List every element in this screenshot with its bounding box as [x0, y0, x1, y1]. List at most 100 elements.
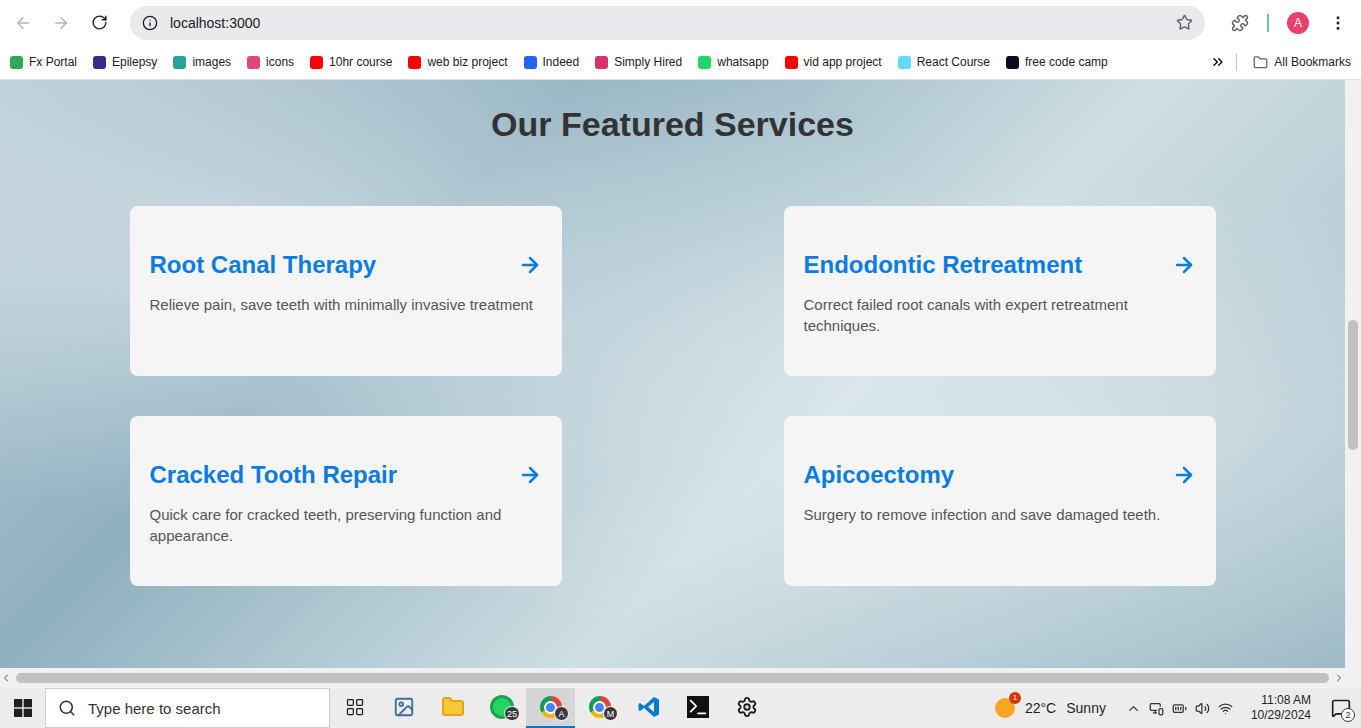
taskbar-app[interactable]: M: [575, 688, 624, 728]
taskbar-app[interactable]: [624, 688, 673, 728]
weather[interactable]: 122°CSunny: [983, 698, 1118, 718]
favicon-icon: [173, 56, 186, 69]
scroll-left-icon[interactable]: [0, 672, 12, 684]
services-section: Our Featured ServicesRoot Canal TherapyR…: [0, 80, 1345, 668]
taskbar-app[interactable]: [428, 688, 477, 728]
info-icon: [142, 15, 158, 31]
bookmark[interactable]: Epilepsy: [87, 51, 163, 73]
favicon-icon: [898, 56, 911, 69]
taskbar-app[interactable]: A: [526, 688, 575, 728]
arrow-right-icon[interactable]: [518, 253, 542, 277]
extensions-button[interactable]: [1223, 6, 1257, 40]
card-title: Apicoectomy: [804, 460, 955, 490]
battery-icon[interactable]: [1172, 701, 1187, 716]
taskbar-app[interactable]: [379, 688, 428, 728]
card-description: Surgery to remove infection and save dam…: [804, 504, 1196, 525]
gear-icon: [736, 696, 758, 718]
clock-time: 11:08 AM: [1261, 693, 1311, 708]
bookmark[interactable]: Fx Portal: [4, 51, 83, 73]
task-view-icon: [345, 697, 365, 717]
bookmark[interactable]: images: [167, 51, 237, 73]
reload-button[interactable]: [82, 6, 116, 40]
terminal-icon: [687, 696, 709, 718]
service-card[interactable]: Root Canal TherapyRelieve pain, save tee…: [130, 206, 562, 376]
bookmark[interactable]: whatsapp: [692, 51, 774, 73]
arrow-right-icon[interactable]: [1172, 253, 1196, 277]
weather-temperature: 22°C: [1025, 700, 1056, 716]
clock-date: 10/29/2024: [1251, 708, 1311, 723]
scroll-right-icon[interactable]: [1333, 672, 1345, 684]
all-bookmarks[interactable]: All Bookmarks: [1247, 51, 1357, 74]
bookmark-list: Fx PortalEpilepsyimagesicons10hr coursew…: [4, 51, 1210, 73]
notification-badge: 2: [1341, 708, 1355, 722]
bookmark[interactable]: vid app project: [779, 51, 888, 73]
favicon-icon: [247, 56, 260, 69]
taskbar-app[interactable]: [330, 688, 379, 728]
arrow-right-icon[interactable]: [1172, 463, 1196, 487]
address-row: localhost:3000 A: [0, 0, 1361, 45]
bookmark[interactable]: Indeed: [518, 51, 586, 73]
bookmarks-divider: [1236, 53, 1237, 71]
scroll-thumb[interactable]: [1348, 320, 1358, 450]
card-description: Quick care for cracked teeth, preserving…: [150, 504, 542, 546]
arrow-right-icon[interactable]: [518, 463, 542, 487]
forward-button[interactable]: [44, 6, 78, 40]
bookmark[interactable]: Simply Hired: [589, 51, 688, 73]
card-header: Endodontic Retreatment: [804, 250, 1196, 280]
url-text: localhost:3000: [170, 15, 1164, 31]
service-card[interactable]: Apicoectomy Surgery to remove infection a…: [784, 416, 1216, 586]
taskbar-app[interactable]: [722, 688, 771, 728]
vertical-scrollbar[interactable]: [1345, 80, 1361, 668]
folder-icon: [1253, 55, 1268, 70]
favicon-icon: [1006, 56, 1019, 69]
taskbar-search[interactable]: Type here to search: [45, 688, 330, 728]
service-card[interactable]: Endodontic Retreatment Correct failed roo…: [784, 206, 1216, 376]
bookmark[interactable]: icons: [241, 51, 300, 73]
star-icon[interactable]: [1176, 14, 1193, 31]
bookmarks-bar: Fx PortalEpilepsyimagesicons10hr coursew…: [0, 45, 1361, 80]
weather-badge: 1: [1009, 692, 1021, 704]
taskbar-app[interactable]: 25: [477, 688, 526, 728]
taskbar-app[interactable]: [673, 688, 722, 728]
app-badge: M: [603, 706, 618, 721]
back-button[interactable]: [6, 6, 40, 40]
menu-button[interactable]: [1321, 6, 1355, 40]
favicon-icon: [595, 56, 608, 69]
weather-condition: Sunny: [1066, 700, 1106, 716]
favicon-icon: [93, 56, 106, 69]
profile-avatar[interactable]: A: [1287, 12, 1309, 34]
windows-icon: [14, 699, 32, 717]
folder-icon: [441, 695, 465, 719]
device-icon[interactable]: [1149, 701, 1164, 716]
bookmark[interactable]: web biz project: [402, 51, 513, 73]
card-description: Correct failed root canals with expert r…: [804, 294, 1196, 336]
favicon-icon: [785, 56, 798, 69]
omnibox[interactable]: localhost:3000: [130, 6, 1205, 40]
puzzle-icon: [1231, 14, 1249, 32]
app-badge: A: [554, 706, 569, 721]
taskbar: Type here to search 25 A M 1 22°C Sunny 11:08 A…: [0, 688, 1361, 728]
more-icon: [1329, 14, 1347, 32]
clock[interactable]: 11:08 AM10/29/2024: [1241, 693, 1321, 723]
chevron-up-icon[interactable]: [1126, 701, 1141, 716]
wifi-icon[interactable]: [1218, 701, 1233, 716]
browser-content: Our Featured ServicesRoot Canal TherapyR…: [0, 80, 1361, 688]
screen: localhost:3000 A Fx PortalEpilepsyimagesic…: [0, 0, 1361, 728]
forward-icon: [52, 14, 70, 32]
bookmark[interactable]: free code camp: [1000, 51, 1114, 73]
volume-icon[interactable]: [1195, 701, 1210, 716]
bookmark[interactable]: React Course: [892, 51, 996, 73]
toolbar-divider: [1267, 14, 1269, 32]
scroll-thumb[interactable]: [16, 673, 1329, 683]
card-title: Cracked Tooth Repair: [150, 460, 398, 490]
favicon-icon: [408, 56, 421, 69]
start-button[interactable]: [0, 688, 45, 728]
notifications-button[interactable]: 2: [1321, 688, 1361, 728]
card-description: Relieve pain, save teeth with minimally …: [150, 294, 542, 315]
reload-icon: [91, 14, 108, 31]
horizontal-scrollbar[interactable]: [0, 668, 1361, 688]
bookmark[interactable]: 10hr course: [304, 51, 398, 73]
more-bookmarks-icon[interactable]: [1210, 54, 1226, 70]
service-card[interactable]: Cracked Tooth Repair Quick care for crack…: [130, 416, 562, 586]
search-icon: [58, 699, 76, 717]
